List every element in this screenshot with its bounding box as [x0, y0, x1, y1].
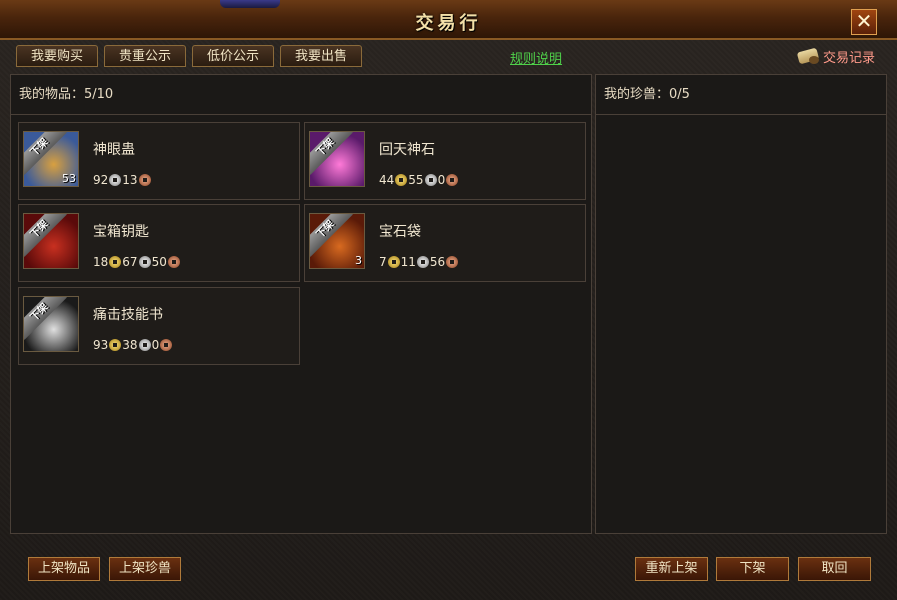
- tab-lowprice[interactable]: 低价公示: [192, 45, 274, 67]
- silver-coin-icon: [109, 174, 122, 186]
- close-icon[interactable]: ✕: [851, 9, 877, 35]
- item-price: 44 55 0: [379, 173, 459, 187]
- item-quantity: 53: [62, 172, 76, 185]
- delisted-ribbon: 下架: [310, 214, 353, 257]
- scroll-icon: [795, 46, 821, 66]
- item-name: 神眼蛊: [93, 142, 135, 158]
- silver-coin-icon: [424, 174, 437, 186]
- item-card[interactable]: 下架 痛击技能书 93 38 0: [18, 287, 300, 365]
- list-item-button[interactable]: 上架物品: [28, 557, 100, 581]
- gold-coin-icon: [387, 256, 400, 268]
- price-value: 11: [400, 255, 416, 269]
- item-name: 回天神石: [379, 142, 435, 158]
- price-value: 56: [429, 255, 446, 269]
- trading-window: 交易行 ✕ 我要购买 贵重公示 低价公示 我要出售 规则说明 交易记录 我的物品…: [0, 0, 897, 600]
- retrieve-button[interactable]: 取回: [798, 557, 871, 581]
- trade-record-label: 交易记录: [823, 50, 876, 66]
- copper-coin-icon: [160, 339, 173, 351]
- my-pets-header: 我的珍兽：0/5: [596, 75, 886, 115]
- price-value: 13: [122, 173, 138, 187]
- tab-sell[interactable]: 我要出售: [280, 45, 362, 67]
- price-value: 93: [93, 338, 109, 352]
- list-pet-button[interactable]: 上架珍兽: [109, 557, 181, 581]
- tab-valuable[interactable]: 贵重公示: [104, 45, 186, 67]
- delisted-ribbon: 下架: [24, 214, 67, 257]
- copper-coin-icon: [138, 174, 151, 186]
- item-name: 宝箱钥匙: [93, 224, 149, 240]
- item-card[interactable]: 下架 53 神眼蛊 92 13: [18, 122, 300, 200]
- title-decoration: [220, 0, 280, 8]
- price-value: 38: [122, 338, 138, 352]
- silver-coin-icon: [138, 339, 151, 351]
- item-icon: 下架 53: [23, 131, 79, 187]
- my-items-header: 我的物品：5/10: [11, 75, 591, 115]
- tab-buy[interactable]: 我要购买: [16, 45, 98, 67]
- item-icon: 下架: [309, 131, 365, 187]
- window-title: 交易行: [415, 13, 482, 34]
- title-bar: 交易行 ✕: [0, 0, 897, 40]
- rules-link[interactable]: 规则说明: [510, 48, 562, 67]
- price-value: 50: [151, 255, 167, 269]
- copper-coin-icon: [446, 256, 459, 268]
- item-price: 93 38 0: [93, 338, 173, 352]
- price-value: 44: [379, 173, 395, 187]
- copper-coin-icon: [446, 174, 459, 186]
- my-pets-panel: 我的珍兽：0/5: [595, 74, 887, 534]
- item-card[interactable]: 下架 宝箱钥匙 18 67 50: [18, 204, 300, 282]
- item-price: 92 13: [93, 173, 152, 187]
- price-value: 7: [379, 255, 387, 269]
- item-name: 痛击技能书: [93, 307, 163, 323]
- delisted-ribbon: 下架: [24, 132, 67, 175]
- item-name: 宝石袋: [379, 224, 421, 240]
- gold-coin-icon: [109, 256, 122, 268]
- item-card[interactable]: 下架 回天神石 44 55 0: [304, 122, 586, 200]
- price-value: 67: [122, 255, 138, 269]
- item-quantity: 3: [355, 254, 362, 267]
- gold-coin-icon: [395, 174, 408, 186]
- item-price: 18 67 50: [93, 255, 181, 269]
- item-price: 7 11 56: [379, 255, 459, 269]
- item-icon: 下架 3: [309, 213, 365, 269]
- gold-coin-icon: [109, 339, 122, 351]
- copper-coin-icon: [167, 256, 180, 268]
- price-value: 18: [93, 255, 109, 269]
- silver-coin-icon: [138, 256, 151, 268]
- trade-record-button[interactable]: 交易记录: [795, 44, 875, 68]
- delist-button[interactable]: 下架: [716, 557, 789, 581]
- item-icon: 下架: [23, 213, 79, 269]
- relist-button[interactable]: 重新上架: [635, 557, 708, 581]
- price-value: 0: [151, 338, 160, 352]
- delisted-ribbon: 下架: [24, 297, 67, 340]
- item-icon: 下架: [23, 296, 79, 352]
- price-value: 92: [93, 173, 109, 187]
- item-card[interactable]: 下架 3 宝石袋 7 11 56: [304, 204, 586, 282]
- delisted-ribbon: 下架: [310, 132, 353, 175]
- silver-coin-icon: [416, 256, 429, 268]
- price-value: 0: [437, 173, 446, 187]
- price-value: 55: [408, 173, 424, 187]
